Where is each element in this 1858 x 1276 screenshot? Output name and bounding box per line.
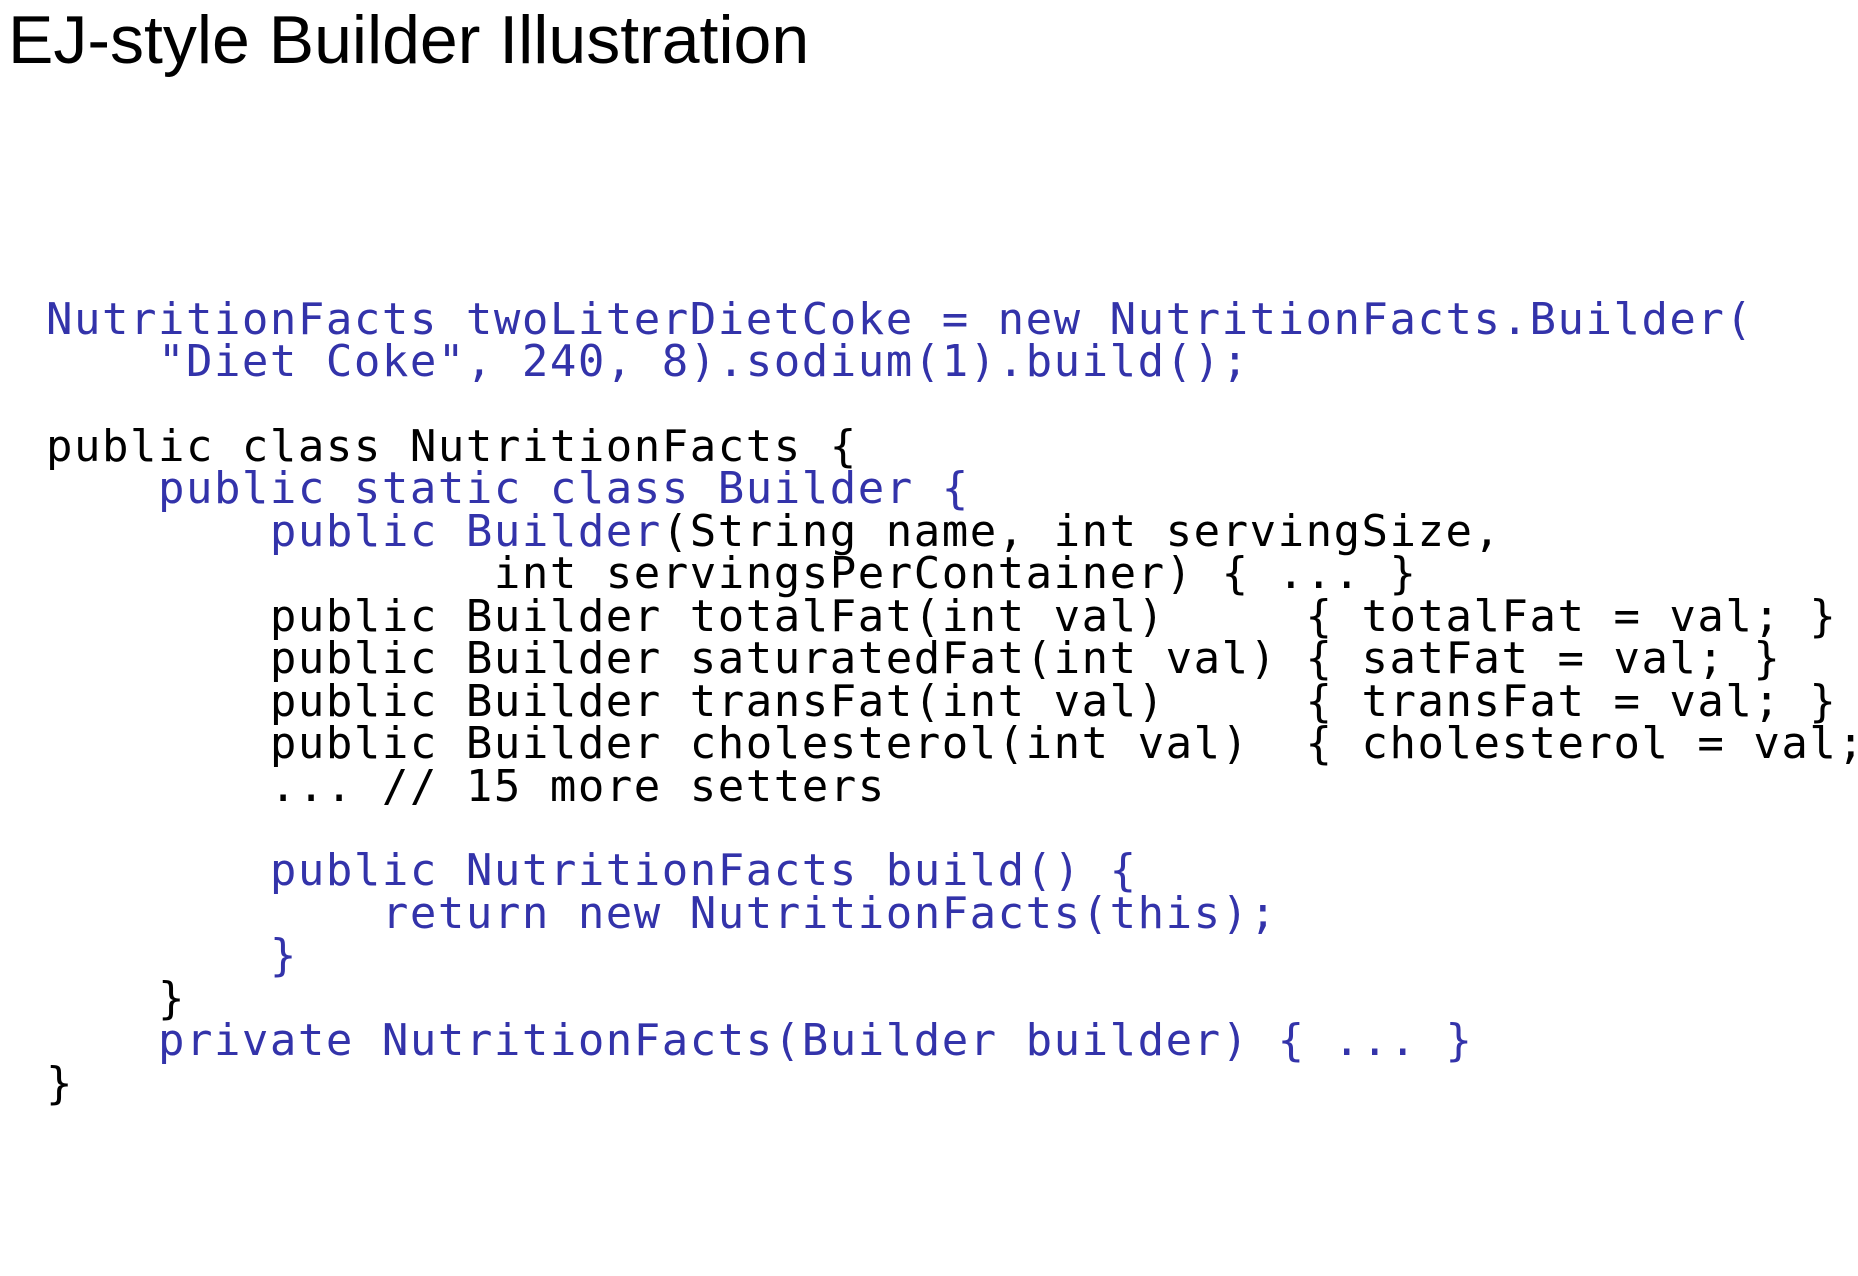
slide: EJ-style Builder Illustration NutritionF…: [0, 0, 1858, 1276]
code-line: }: [46, 1058, 74, 1110]
code-token: }: [46, 1058, 74, 1109]
code-block: NutritionFacts twoLiterDietCoke = new Nu…: [46, 294, 1858, 1263]
code-token: ... // 15 more setters: [46, 761, 886, 812]
code-token: "Diet Coke", 240, 8).sodium(1).build();: [46, 336, 1250, 387]
code-line: ... // 15 more setters: [46, 761, 886, 813]
code-line: private NutritionFacts(Builder builder) …: [46, 1015, 1474, 1067]
code-token: private NutritionFacts(Builder builder) …: [46, 1015, 1474, 1066]
code-line: "Diet Coke", 240, 8).sodium(1).build();: [46, 336, 1250, 388]
slide-title: EJ-style Builder Illustration: [8, 2, 810, 78]
